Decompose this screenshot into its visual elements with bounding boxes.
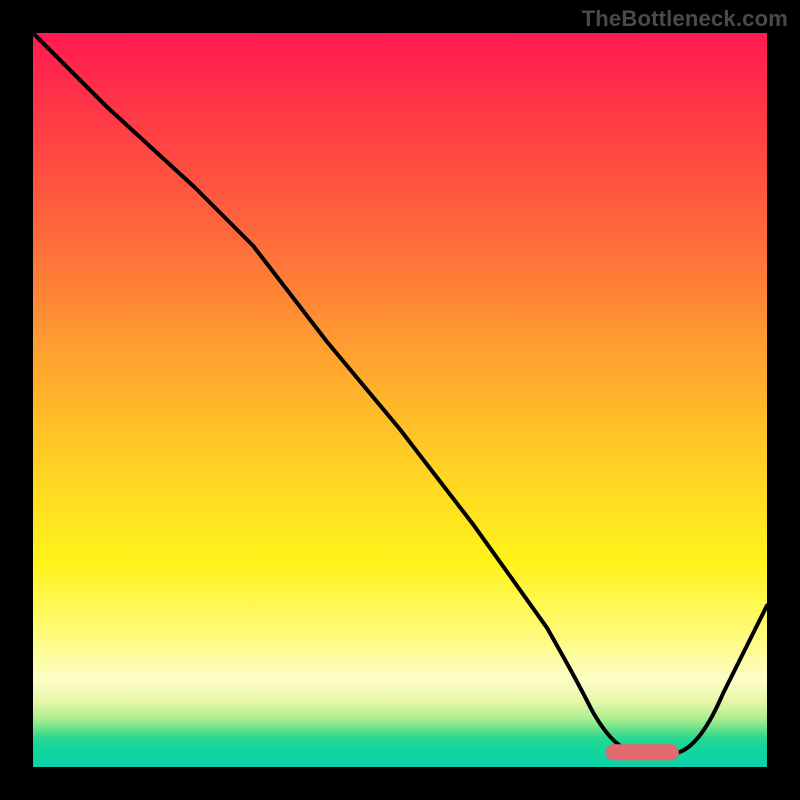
chart-frame: TheBottleneck.com <box>0 0 800 800</box>
watermark-text: TheBottleneck.com <box>582 6 788 32</box>
bottleneck-curve-path <box>33 33 767 752</box>
plot-area <box>30 30 770 770</box>
curve-layer <box>33 33 767 767</box>
optimal-range-marker <box>606 744 679 760</box>
